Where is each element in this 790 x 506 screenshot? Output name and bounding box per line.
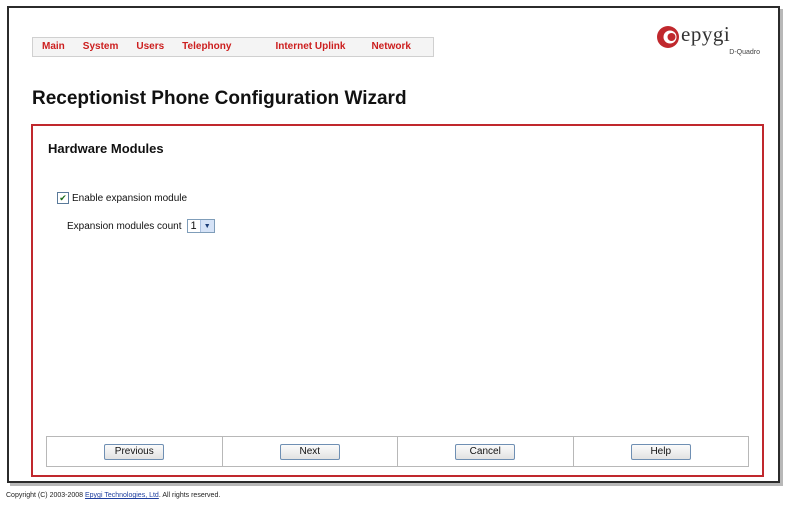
modules-count-select[interactable]: 1 ▼ [186, 219, 215, 233]
brand-name: epygi [681, 22, 731, 46]
enable-expansion-row[interactable]: ✔ Enable expansion module [57, 192, 187, 204]
modules-count-value: 1 [190, 220, 197, 232]
modules-count-label: Expansion modules count [67, 220, 182, 232]
help-cell: Help [574, 437, 749, 466]
next-button[interactable]: Next [279, 443, 340, 460]
company-link[interactable]: Epygi Technologies, Ltd [85, 492, 159, 499]
epygi-logo-icon [657, 26, 679, 48]
menu-system[interactable]: System [74, 38, 128, 56]
menu-telephony[interactable]: Telephony [173, 38, 253, 56]
top-menu: Main System Users Telephony Internet Upl… [32, 37, 434, 57]
copyright-footer: Copyright (C) 2003-2008 Epygi Technologi… [6, 492, 220, 499]
copyright-prefix: Copyright (C) 2003-2008 [6, 492, 85, 499]
brand-logo: epygi D-Quadro [656, 22, 764, 63]
previous-button[interactable]: Previous [104, 443, 165, 460]
checkmark-icon: ✔ [59, 192, 67, 203]
help-button[interactable]: Help [630, 443, 691, 460]
cancel-button[interactable]: Cancel [455, 443, 516, 460]
brand-product: D-Quadro [729, 49, 760, 56]
enable-expansion-checkbox[interactable]: ✔ [57, 192, 69, 204]
chevron-down-icon[interactable]: ▼ [199, 220, 214, 232]
next-cell: Next [223, 437, 398, 466]
menu-users[interactable]: Users [127, 38, 173, 56]
wizard-button-bar: Previous Next Cancel Help [46, 436, 749, 467]
modules-count-row: Expansion modules count 1 ▼ [67, 219, 215, 233]
wizard-panel: Hardware Modules ✔ Enable expansion modu… [31, 124, 764, 477]
menu-main[interactable]: Main [33, 38, 74, 56]
menu-network[interactable]: Network [367, 38, 432, 56]
enable-expansion-label: Enable expansion module [72, 192, 188, 204]
menu-internet-uplink[interactable]: Internet Uplink [253, 38, 367, 56]
page-title: Receptionist Phone Configuration Wizard [32, 88, 407, 109]
cancel-cell: Cancel [398, 437, 574, 466]
copyright-suffix: . All rights reserved. [158, 492, 221, 499]
previous-cell: Previous [47, 437, 223, 466]
section-title: Hardware Modules [48, 141, 164, 156]
